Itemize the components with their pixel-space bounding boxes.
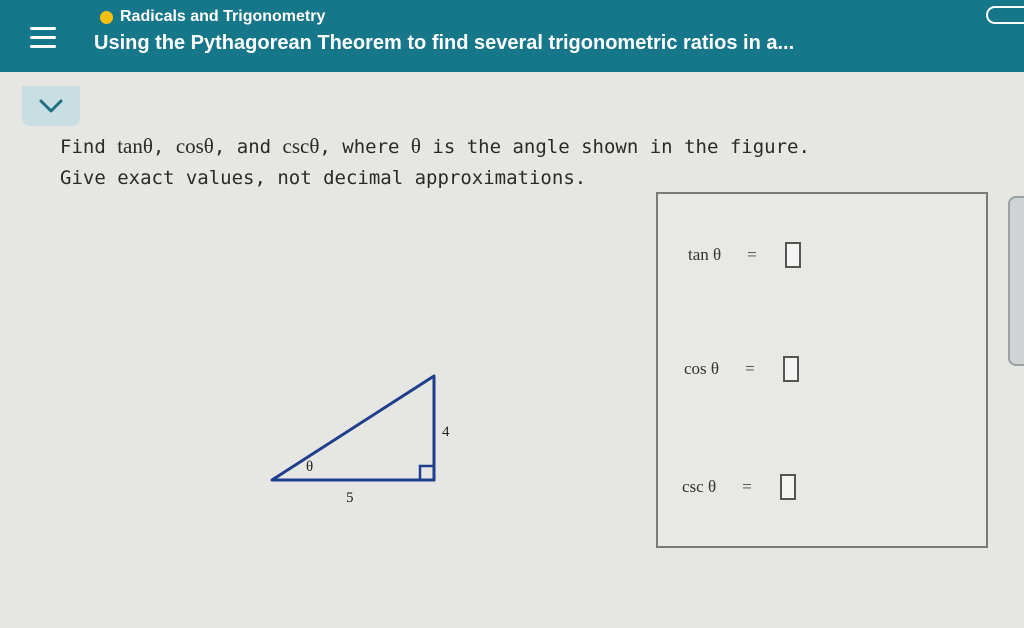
topic-status-dot-icon — [100, 11, 113, 24]
topic-title: Radicals and Trigonometry — [120, 8, 326, 25]
tan-answer-input[interactable] — [784, 242, 801, 268]
menu-icon-bar — [30, 44, 56, 48]
header-toggle-button[interactable] — [986, 6, 1024, 24]
prompt-text: , — [152, 136, 176, 158]
app-screen: Radicals and Trigonometry Using the Pyth… — [0, 0, 1024, 628]
cos-answer-input[interactable] — [782, 356, 799, 382]
side-panel-tab[interactable] — [1008, 196, 1024, 366]
right-triangle-figure: 4 5 θ — [270, 374, 450, 506]
menu-icon-bar — [30, 35, 56, 39]
angle-label-theta: θ — [306, 459, 313, 475]
menu-icon-bar — [30, 26, 56, 30]
equals-sign: = — [745, 359, 755, 378]
math-tan-theta: tanθ — [117, 134, 153, 158]
chevron-down-icon — [39, 99, 63, 113]
answer-row-cos: cos θ = — [684, 352, 799, 386]
equals-sign: = — [747, 245, 757, 264]
answer-label-tan: tan θ — [688, 245, 722, 264]
answer-panel: tan θ = cos θ = csc θ = — [656, 192, 988, 548]
prompt-text: , and — [213, 136, 283, 158]
triangle-outline — [270, 374, 436, 482]
csc-answer-input[interactable] — [779, 474, 796, 500]
prompt-text: Find — [60, 136, 118, 158]
answer-row-tan: tan θ = — [688, 238, 801, 272]
math-theta: θ — [410, 134, 421, 158]
question-prompt: Find tanθ, cosθ, and cscθ, where θ is th… — [60, 134, 810, 159]
side-label-vertical: 4 — [442, 424, 450, 440]
header-bar: Radicals and Trigonometry Using the Pyth… — [0, 0, 1024, 72]
prompt-text: , where — [319, 136, 411, 158]
answer-label-cos: cos θ — [684, 359, 720, 378]
question-instruction: Give exact values, not decimal approxima… — [60, 167, 587, 189]
answer-label-csc: csc θ — [682, 477, 717, 496]
menu-button[interactable] — [24, 20, 62, 54]
prompt-text: is the angle shown in the figure. — [420, 136, 810, 158]
math-csc-theta: cscθ — [282, 134, 320, 158]
equals-sign: = — [742, 477, 752, 496]
math-cos-theta: cosθ — [175, 134, 214, 158]
lesson-title: Using the Pythagorean Theorem to find se… — [94, 32, 795, 54]
right-angle-marker — [418, 464, 436, 482]
side-label-horizontal: 5 — [346, 490, 354, 506]
answer-row-csc: csc θ = — [682, 470, 796, 504]
collapse-header-button[interactable] — [22, 86, 80, 126]
